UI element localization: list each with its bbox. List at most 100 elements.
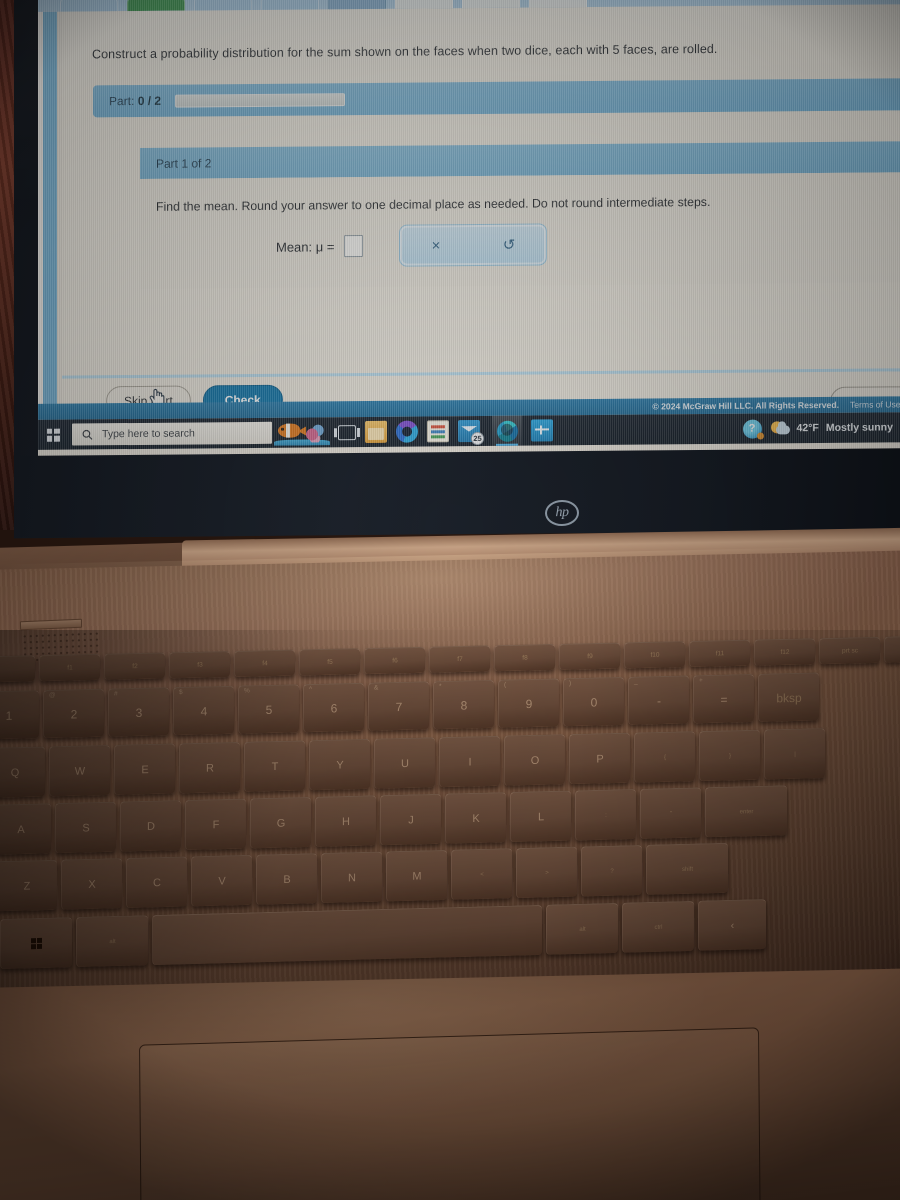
- key-g[interactable]: G: [250, 796, 311, 849]
- trackpad[interactable]: [139, 1027, 761, 1200]
- key-fn-f4[interactable]: f4: [234, 649, 295, 677]
- key-q[interactable]: Q: [0, 746, 45, 798]
- key-n[interactable]: N: [321, 851, 382, 904]
- key-r[interactable]: R: [179, 741, 240, 794]
- answer-mini-toolbar[interactable]: × ↺: [399, 223, 548, 267]
- key-alt[interactable]: alt: [76, 915, 148, 968]
- mean-input[interactable]: [344, 234, 364, 258]
- key-sym[interactable]: + =: [693, 673, 754, 724]
- clear-icon[interactable]: ×: [432, 237, 441, 254]
- help-icon[interactable]: [742, 419, 764, 440]
- weather-widget[interactable]: 42°F Mostly sunny: [770, 419, 893, 436]
- key-9[interactable]: (9: [498, 678, 559, 728]
- key-j[interactable]: J: [380, 793, 441, 846]
- key-fn-f6[interactable]: f6: [364, 646, 425, 675]
- key-bksp[interactable]: bksp: [758, 672, 819, 722]
- key-fn-f11[interactable]: f11: [689, 639, 750, 667]
- key-s[interactable]: S: [55, 801, 116, 854]
- sun-behind-cloud-icon: [770, 420, 790, 436]
- key-fn-esc-0[interactable]: [0, 655, 35, 683]
- browser-tab-8[interactable]: [529, 0, 587, 8]
- key-z-sym[interactable]: >: [516, 846, 577, 899]
- key-t[interactable]: T: [244, 740, 305, 792]
- key-i[interactable]: I: [439, 735, 500, 788]
- key-1[interactable]: ~1: [0, 690, 39, 740]
- key-6[interactable]: ^ 6: [303, 682, 364, 733]
- key-alt[interactable]: alt: [546, 902, 618, 955]
- browser-tab-6[interactable]: [395, 0, 453, 9]
- browser-tab-2[interactable]: [127, 0, 185, 12]
- key-f[interactable]: F: [185, 798, 246, 850]
- file-explorer-icon[interactable]: [365, 420, 387, 443]
- key-fn-f10[interactable]: f10: [624, 641, 685, 669]
- key-fn-f5[interactable]: f5: [299, 648, 360, 676]
- key-fn-prt sc[interactable]: prt sc: [819, 636, 880, 665]
- key-fn-f2[interactable]: f2: [104, 652, 165, 680]
- key-x[interactable]: X: [61, 858, 122, 910]
- key-windows[interactable]: [0, 917, 72, 970]
- key-o[interactable]: O: [504, 734, 565, 786]
- key-shift-label: (: [504, 681, 507, 689]
- key-spacebar[interactable]: [152, 904, 542, 966]
- key-fn-f9[interactable]: f9: [559, 642, 620, 670]
- key-c[interactable]: C: [126, 856, 187, 908]
- key-a[interactable]: A: [0, 803, 51, 855]
- key-m[interactable]: M: [386, 849, 447, 902]
- key-shift[interactable]: shift: [646, 842, 728, 895]
- mail-icon[interactable]: 25: [458, 419, 484, 446]
- key-fn-f1[interactable]: f1: [39, 653, 100, 682]
- key-h[interactable]: H: [315, 795, 376, 847]
- key-0[interactable]: ) 0: [563, 676, 624, 727]
- browser-tab-5-active[interactable]: [328, 0, 386, 10]
- copilot-icon[interactable]: [396, 420, 418, 443]
- browser-tab-7[interactable]: [462, 0, 520, 9]
- key-fn-f3[interactable]: f3: [169, 651, 230, 679]
- key-q-sym[interactable]: {: [634, 731, 695, 783]
- key-u[interactable]: U: [374, 737, 435, 789]
- key-z-sym[interactable]: ?: [581, 844, 642, 897]
- key-b[interactable]: B: [256, 853, 317, 905]
- key-k[interactable]: K: [445, 792, 506, 844]
- hp-app-icon[interactable]: [531, 419, 553, 442]
- key-4[interactable]: $4: [173, 685, 234, 736]
- browser-tab-4[interactable]: [261, 0, 319, 10]
- key-z-sym[interactable]: <: [451, 848, 512, 900]
- microsoft-edge-taskbar-button[interactable]: [492, 415, 522, 446]
- task-view-icon[interactable]: [338, 424, 356, 440]
- key-q-sym[interactable]: }: [699, 729, 760, 782]
- key-e[interactable]: E: [114, 743, 175, 795]
- key-7[interactable]: & 7: [368, 681, 429, 731]
- key-enter[interactable]: enter: [705, 785, 787, 838]
- key-8[interactable]: * 8: [433, 679, 494, 730]
- clownfish-aquarium-widget[interactable]: [274, 419, 330, 446]
- terms-of-use-link[interactable]: Terms of Use: [850, 399, 900, 409]
- key-q-sym[interactable]: |: [764, 728, 825, 780]
- key-w[interactable]: W: [49, 744, 110, 797]
- start-button[interactable]: [38, 420, 68, 450]
- key-l[interactable]: L: [510, 790, 571, 843]
- key-arrow-left[interactable]: ‹: [698, 898, 766, 951]
- key-fn-f7[interactable]: f7: [429, 645, 490, 673]
- key-fn-f8[interactable]: f8: [494, 643, 555, 672]
- key-z[interactable]: Z: [0, 859, 57, 912]
- search-input[interactable]: Type here to search: [72, 421, 272, 446]
- sticky-notes-icon[interactable]: [427, 420, 449, 443]
- undo-icon[interactable]: ↺: [503, 236, 516, 253]
- key-p[interactable]: P: [569, 732, 630, 785]
- key-fn-del[interactable]: del: [884, 635, 900, 663]
- key-v[interactable]: V: [191, 854, 252, 907]
- key-a-sym[interactable]: ": [640, 787, 701, 839]
- key-3[interactable]: #3: [108, 687, 169, 737]
- keyboard-bottom-letter-row: Z X C V B N M < >? shift: [0, 842, 728, 912]
- key-y[interactable]: Y: [309, 738, 370, 791]
- key-label: 0: [590, 694, 598, 710]
- browser-tab-1[interactable]: [60, 0, 118, 12]
- key-a-sym[interactable]: :: [575, 788, 636, 841]
- browser-tab-3[interactable]: [194, 0, 252, 11]
- key-d[interactable]: D: [120, 800, 181, 852]
- key-5[interactable]: % 5: [238, 684, 299, 734]
- key-sym[interactable]: _ -: [628, 675, 689, 725]
- key-2[interactable]: @2: [43, 688, 104, 739]
- key-fn-f12[interactable]: f12: [754, 638, 815, 666]
- key-ctrl[interactable]: ctrl: [622, 900, 694, 953]
